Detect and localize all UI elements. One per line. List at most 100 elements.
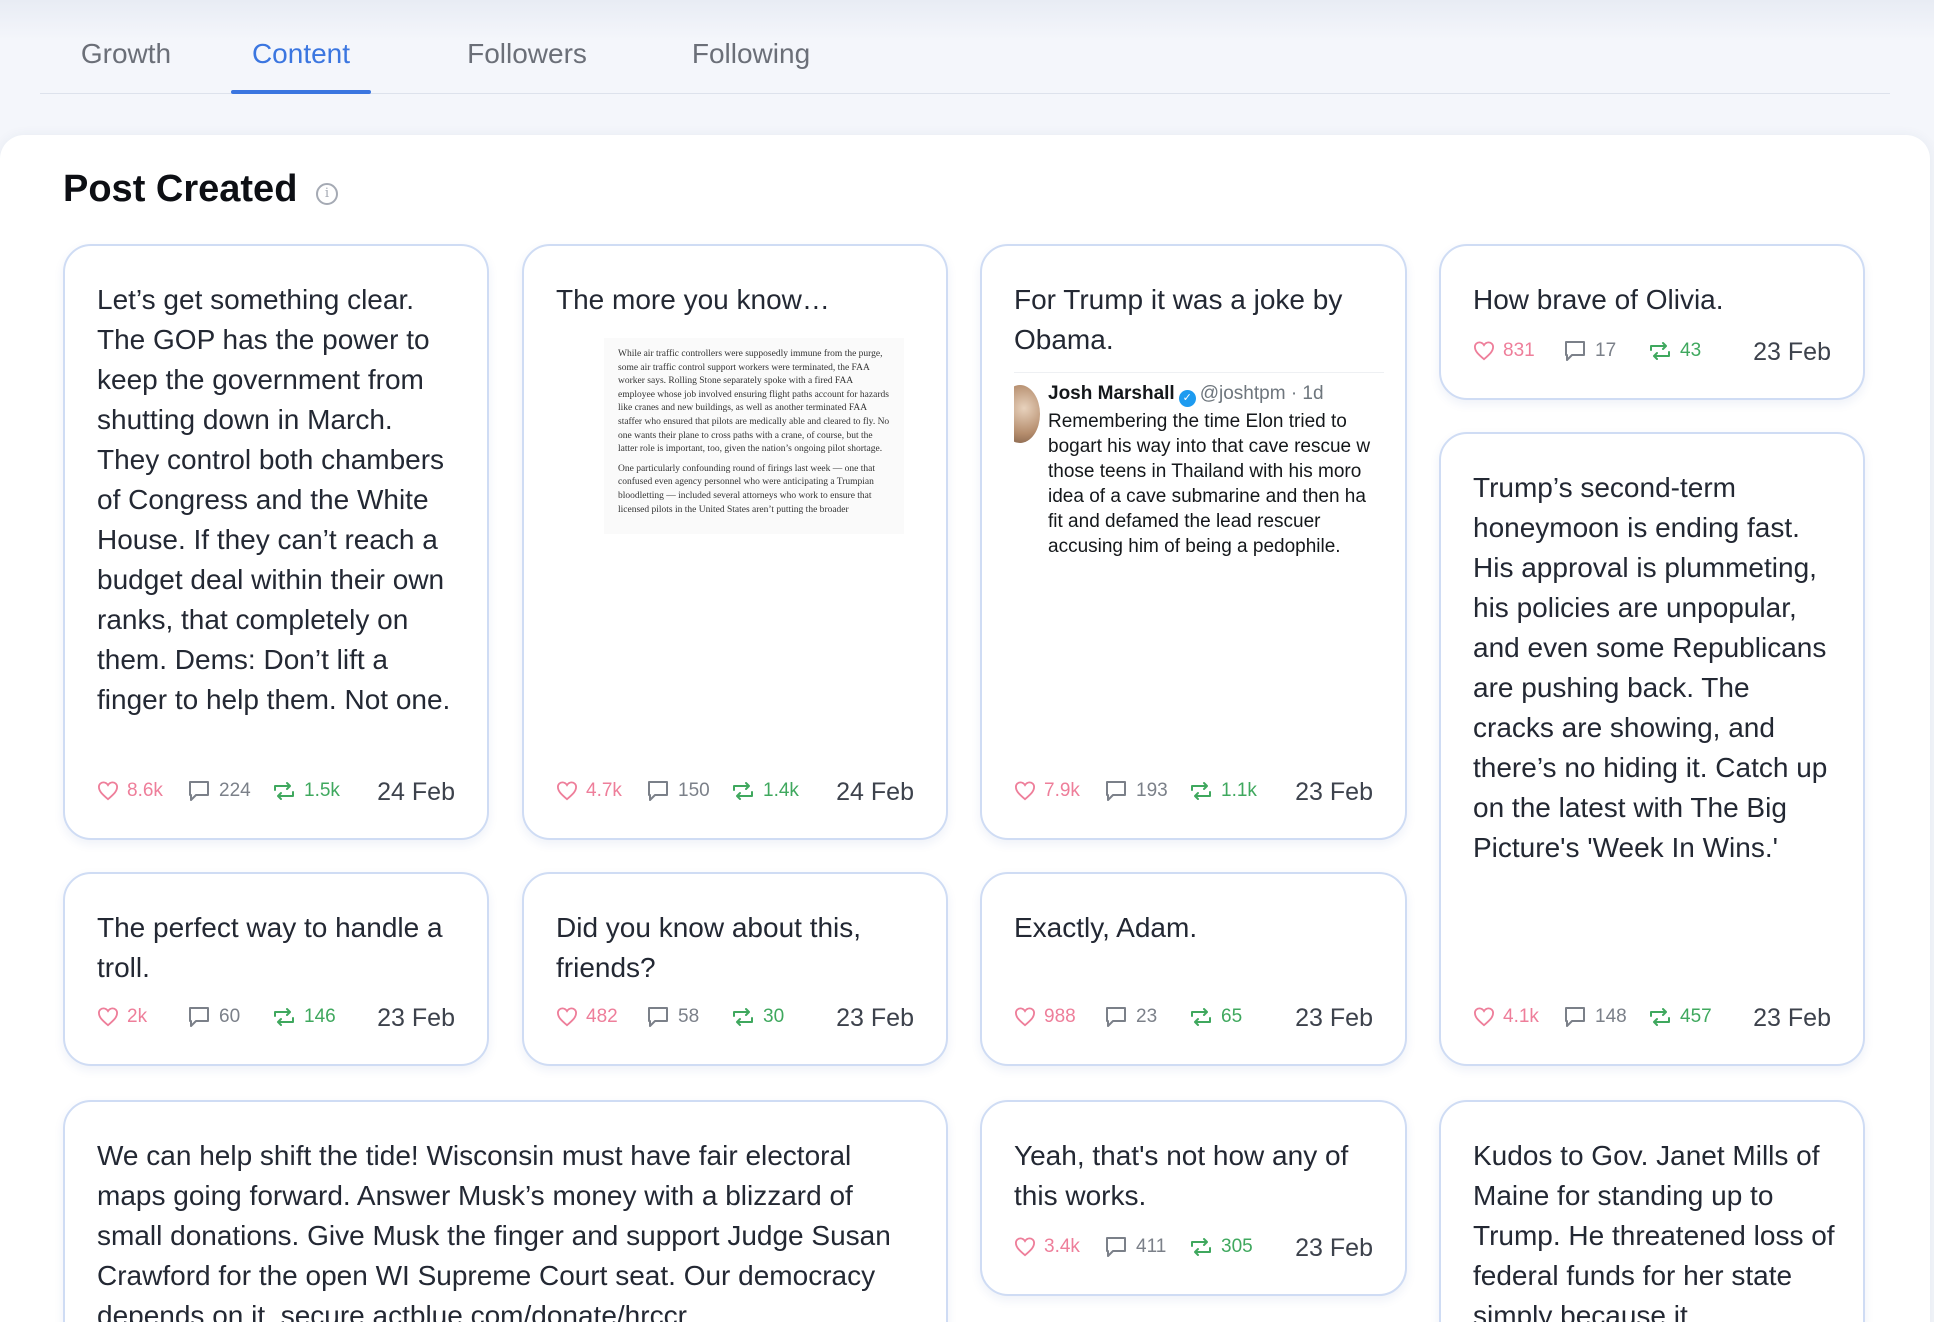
reposts-stat[interactable]: 1.5k [272, 780, 340, 802]
post-text: The perfect way to handle a troll. [97, 912, 443, 983]
heart-icon [97, 781, 119, 801]
post-text: Kudos to Gov. Janet Mills of Maine for s… [1473, 1140, 1835, 1322]
post-card[interactable]: The more you know… While air traffic con… [522, 244, 948, 840]
post-card[interactable]: Trump’s second-term honeymoon is ending … [1439, 432, 1865, 1066]
post-card[interactable]: For Trump it was a joke by Obama. Josh M… [980, 244, 1407, 840]
avatar [1014, 385, 1040, 443]
post-card[interactable]: Exactly, Adam. 988 23 65 23 Feb [980, 872, 1407, 1066]
likes-stat[interactable]: 7.9k [1014, 780, 1080, 802]
replies-stat[interactable]: 17 [1563, 340, 1616, 362]
reposts-count: 1.1k [1221, 780, 1257, 801]
likes-stat[interactable]: 8.6k [97, 780, 163, 802]
repost-icon [1650, 1008, 1670, 1026]
post-date: 24 Feb [377, 778, 455, 806]
heart-icon [97, 1007, 119, 1027]
post-date: 23 Feb [836, 1004, 914, 1032]
post-meta: 8.6k 224 1.5k 24 Feb [97, 778, 455, 808]
post-card[interactable]: The perfect way to handle a troll. 2k 60 1… [63, 872, 489, 1066]
likes-stat[interactable]: 831 [1473, 340, 1535, 362]
replies-stat[interactable]: 150 [646, 780, 710, 802]
likes-stat[interactable]: 3.4k [1014, 1236, 1080, 1258]
reposts-count: 30 [763, 1006, 785, 1027]
likes-stat[interactable]: 4.1k [1473, 1006, 1539, 1028]
embed-author-name: Josh Marshall [1048, 383, 1175, 404]
repost-icon [1191, 1238, 1211, 1256]
embed-handle: @joshtpm · 1d [1199, 383, 1324, 404]
post-date: 23 Feb [377, 1004, 455, 1032]
post-meta: 988 23 65 23 Feb [1014, 1004, 1373, 1034]
replies-count: 60 [219, 1006, 241, 1027]
tab-following[interactable]: Following [683, 38, 819, 94]
repost-icon [733, 782, 753, 800]
replies-stat[interactable]: 58 [646, 1006, 699, 1028]
embedded-post[interactable]: Josh Marshall ✓ @joshtpm · 1d Remembering … [1014, 372, 1384, 572]
reposts-stat[interactable]: 43 [1648, 340, 1701, 362]
replies-count: 150 [678, 780, 710, 801]
post-meta: 831 17 43 23 Feb [1473, 338, 1831, 368]
reposts-stat[interactable]: 146 [272, 1006, 336, 1028]
post-meta: 482 58 30 23 Feb [556, 1004, 914, 1034]
comment-icon [648, 1007, 668, 1027]
verified-badge-icon: ✓ [1178, 390, 1196, 407]
post-card[interactable]: Kudos to Gov. Janet Mills of Maine for s… [1439, 1100, 1865, 1322]
post-card[interactable]: We can help shift the tide! Wisconsin mu… [63, 1100, 948, 1322]
news-clipping-image: While air traffic controllers were suppo… [604, 338, 904, 534]
tab-followers[interactable]: Followers [462, 38, 592, 94]
post-text: For Trump it was a joke by Obama. [1014, 284, 1343, 355]
repost-icon [733, 1008, 753, 1026]
replies-count: 224 [219, 780, 251, 801]
post-date: 23 Feb [1295, 1234, 1373, 1262]
comment-icon [1106, 1007, 1126, 1027]
repost-icon [274, 1008, 294, 1026]
likes-stat[interactable]: 2k [97, 1006, 147, 1028]
reposts-stat[interactable]: 457 [1648, 1006, 1712, 1028]
comment-icon [1106, 781, 1126, 801]
replies-count: 58 [678, 1006, 700, 1027]
likes-stat[interactable]: 988 [1014, 1006, 1076, 1028]
post-meta: 7.9k 193 1.1k 23 Feb [1014, 778, 1373, 808]
post-card[interactable]: How brave of Olivia. 831 17 43 23 Feb [1439, 244, 1865, 400]
replies-stat[interactable]: 411 [1104, 1236, 1166, 1258]
reposts-stat[interactable]: 1.1k [1189, 780, 1257, 802]
reposts-count: 65 [1221, 1006, 1243, 1027]
reposts-stat[interactable]: 305 [1189, 1236, 1253, 1258]
post-card[interactable]: Let’s get something clear. The GOP has t… [63, 244, 489, 840]
post-card[interactable]: Did you know about this, friends? 482 58 3… [522, 872, 948, 1066]
post-text: We can help shift the tide! Wisconsin mu… [97, 1140, 891, 1322]
clipping-paragraph: While air traffic controllers were suppo… [618, 349, 890, 455]
repost-icon [1650, 342, 1670, 360]
heart-icon [1473, 1007, 1495, 1027]
heart-icon [556, 781, 578, 801]
post-text: Let’s get something clear. The GOP has t… [97, 284, 451, 715]
replies-count: 411 [1136, 1236, 1167, 1257]
reposts-stat[interactable]: 65 [1189, 1006, 1242, 1028]
replies-stat[interactable]: 224 [187, 780, 251, 802]
likes-count: 988 [1044, 1006, 1076, 1027]
likes-count: 482 [586, 1006, 618, 1027]
tab-growth[interactable]: Growth [71, 38, 181, 94]
post-text: Yeah, that's not how any of this works. [1014, 1140, 1349, 1211]
tab-content[interactable]: Content [231, 38, 371, 94]
replies-stat[interactable]: 148 [1563, 1006, 1627, 1028]
replies-count: 148 [1595, 1006, 1627, 1027]
likes-stat[interactable]: 4.7k [556, 780, 622, 802]
likes-count: 4.1k [1503, 1006, 1539, 1027]
heart-icon [1014, 1237, 1036, 1257]
section-title: Post Created [63, 168, 298, 210]
post-card[interactable]: Yeah, that's not how any of this works. … [980, 1100, 1407, 1296]
repost-icon [1191, 782, 1211, 800]
replies-stat[interactable]: 60 [187, 1006, 240, 1028]
likes-stat[interactable]: 482 [556, 1006, 618, 1028]
likes-count: 831 [1503, 340, 1535, 361]
post-text: Trump’s second-term honeymoon is ending … [1473, 472, 1828, 863]
replies-count: 23 [1136, 1006, 1158, 1027]
info-icon[interactable]: i [316, 183, 338, 205]
replies-stat[interactable]: 193 [1104, 780, 1168, 802]
reposts-count: 1.4k [763, 780, 799, 801]
replies-stat[interactable]: 23 [1104, 1006, 1157, 1028]
reposts-stat[interactable]: 30 [731, 1006, 784, 1028]
reposts-stat[interactable]: 1.4k [731, 780, 799, 802]
post-text: How brave of Olivia. [1473, 284, 1724, 315]
tab-bar: Growth Content Followers Following [40, 30, 1890, 94]
post-text: The more you know… [556, 284, 830, 315]
